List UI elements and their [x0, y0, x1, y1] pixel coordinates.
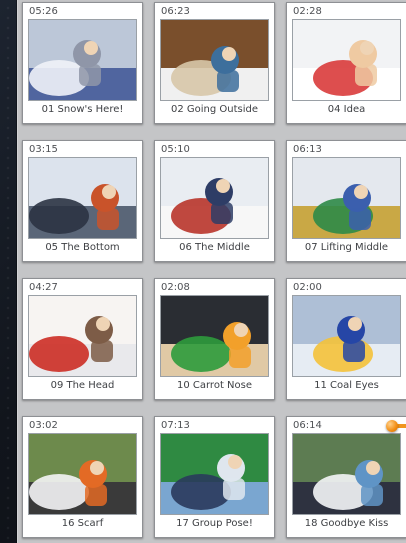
- playhead-scrubber[interactable]: [386, 420, 406, 432]
- clip-duration: 02:08: [161, 282, 190, 293]
- clip-card-11[interactable]: 07:13 17 Group Pose!: [154, 416, 275, 538]
- clip-title: 18 Goodbye Kiss: [304, 518, 389, 529]
- clip-title: 06 The Middle: [179, 242, 250, 253]
- scene-doorway-icon: [160, 19, 269, 101]
- clip-title: 11 Coal Eyes: [314, 380, 379, 391]
- clip-browser-panel: 05:26 01 Snow's Here! 06:23 02 Going Out: [17, 0, 406, 543]
- clip-duration: 05:10: [161, 144, 190, 155]
- clip-duration: 03:15: [29, 144, 58, 155]
- scene-snowy-yard-icon: [28, 19, 137, 101]
- clip-duration: 03:02: [29, 420, 58, 431]
- scene-yellow-hat-child-icon: [292, 295, 401, 377]
- playhead-knob-icon[interactable]: [386, 420, 398, 432]
- clip-card-4[interactable]: 03:15 05 The Bottom: [22, 140, 143, 262]
- clip-duration: 06:23: [161, 6, 190, 17]
- scene-snowman-head-icon: [28, 295, 137, 377]
- clip-title: 04 Idea: [327, 104, 366, 115]
- clip-card-7[interactable]: 04:27 09 The Head: [22, 278, 143, 400]
- clip-title: 16 Scarf: [61, 518, 104, 529]
- clip-title: 09 The Head: [50, 380, 115, 391]
- clip-title: 01 Snow's Here!: [41, 104, 124, 115]
- clip-duration: 05:26: [29, 6, 58, 17]
- scene-goodbye-snowman-icon: [292, 433, 401, 515]
- clip-card-8[interactable]: 02:08 10 Carrot Nose: [154, 278, 275, 400]
- clip-title: 05 The Bottom: [45, 242, 120, 253]
- clip-card-1[interactable]: 05:26 01 Snow's Here!: [22, 2, 143, 124]
- clip-card-9[interactable]: 02:00 11 Coal Eyes: [286, 278, 406, 400]
- clip-duration: 02:00: [293, 282, 322, 293]
- clip-duration: 06:13: [293, 144, 322, 155]
- scene-green-hat-child-icon: [160, 295, 269, 377]
- clip-duration: 07:13: [161, 420, 190, 431]
- clip-title: 02 Going Outside: [170, 104, 259, 115]
- clip-title: 07 Lifting Middle: [304, 242, 389, 253]
- scene-snowman-face-icon: [28, 433, 137, 515]
- scene-child-red-hat-icon: [292, 19, 401, 101]
- clip-card-5[interactable]: 05:10 06 The Middle: [154, 140, 275, 262]
- clip-grid: 05:26 01 Snow's Here! 06:23 02 Going Out: [22, 2, 406, 543]
- clip-card-3[interactable]: 02:28 04 Idea: [286, 2, 406, 124]
- scene-rolling-snowball-icon: [160, 157, 269, 239]
- desktop-background: 05:26 01 Snow's Here! 06:23 02 Going Out: [0, 0, 406, 543]
- scene-lifting-snowball-icon: [292, 157, 401, 239]
- clip-card-2[interactable]: 06:23 02 Going Outside: [154, 2, 275, 124]
- clip-title: 10 Carrot Nose: [176, 380, 253, 391]
- clip-duration: 02:28: [293, 6, 322, 17]
- clip-card-6[interactable]: 06:13 07 Lifting Middle: [286, 140, 406, 262]
- clip-duration: 06:14: [293, 420, 322, 431]
- scene-kids-snowbank-icon: [28, 157, 137, 239]
- clip-duration: 04:27: [29, 282, 58, 293]
- clip-card-12[interactable]: 06:14 18 Goodbye Kiss: [286, 416, 406, 538]
- scene-group-pose-icon: [160, 433, 269, 515]
- clip-title: 17 Group Pose!: [176, 518, 253, 529]
- clip-card-10[interactable]: 03:02 16 Scarf: [22, 416, 143, 538]
